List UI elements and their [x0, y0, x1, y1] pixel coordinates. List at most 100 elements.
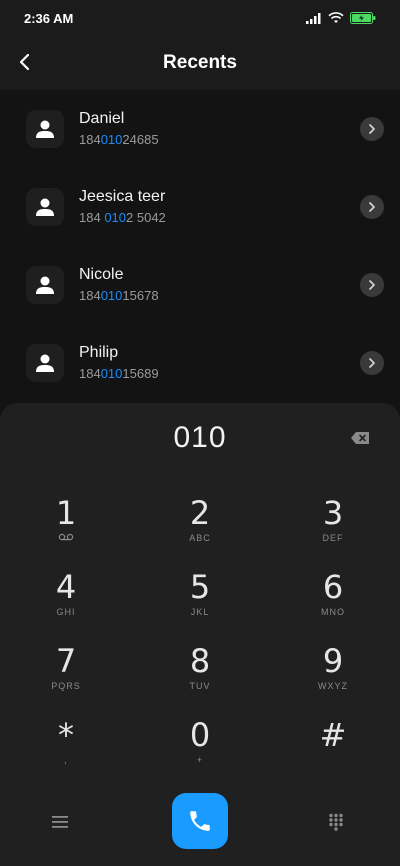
contact-details-button[interactable] — [360, 273, 384, 297]
key-letters: , — [64, 755, 68, 765]
back-arrow-icon — [19, 53, 30, 71]
number-match: 010 — [100, 132, 123, 147]
person-icon — [36, 120, 54, 138]
chevron-right-icon — [369, 358, 375, 368]
person-icon — [36, 276, 54, 294]
key-letters: DEF — [322, 533, 344, 543]
wifi-icon — [328, 12, 344, 23]
status-time: 2:36 AM — [24, 10, 74, 26]
contact-number: 18401015678 — [79, 287, 159, 305]
contact-row[interactable]: Nicole 18401015678 — [0, 246, 400, 324]
contact-details-button[interactable] — [360, 195, 384, 219]
key-0[interactable]: 0 + — [150, 717, 250, 777]
key-letters: ABC — [189, 533, 211, 543]
contact-name: Daniel — [79, 110, 125, 127]
contact-row[interactable]: Philip 18401015689 — [0, 324, 400, 402]
number-match: 010 — [100, 366, 123, 381]
number-suffix: 24685 — [122, 132, 159, 147]
chevron-right-icon — [369, 280, 375, 290]
key-digit: 0 — [189, 716, 211, 754]
dialer-bottom-bar — [0, 793, 400, 853]
header: Recents — [0, 36, 400, 90]
dialer-panel: 010 1 2 ABC 3 DEF 4 GHI 5 JKL 6 MNO 7 PQ… — [0, 403, 400, 866]
key-digit: 4 — [55, 568, 77, 606]
contact-details-button[interactable] — [360, 351, 384, 375]
contact-text: Daniel 18401024685 — [79, 109, 159, 149]
contact-text: Jeesica teer 184 0102 5042 — [79, 187, 166, 227]
status-bar: 2:36 AM — [0, 0, 400, 36]
key-digit: 2 — [189, 494, 211, 532]
key-letters: TUV — [189, 681, 211, 691]
backspace-icon — [351, 432, 369, 444]
key-letters: + — [196, 755, 204, 765]
key-2[interactable]: 2 ABC — [150, 495, 250, 555]
call-button[interactable] — [172, 793, 228, 849]
key-digit: 1 — [55, 494, 77, 532]
chevron-right-icon — [369, 124, 375, 134]
dialpad-icon — [329, 813, 343, 831]
number-suffix: 15678 — [122, 288, 159, 303]
back-button[interactable] — [10, 47, 40, 77]
contact-number: 18401015689 — [79, 365, 159, 383]
avatar — [26, 188, 64, 226]
contact-text: Philip 18401015689 — [79, 343, 159, 383]
contact-row[interactable]: Jeesica teer 184 0102 5042 — [0, 168, 400, 246]
menu-button[interactable] — [48, 810, 72, 834]
key-letters: JKL — [190, 607, 210, 617]
key-4[interactable]: 4 GHI — [16, 569, 116, 629]
avatar — [26, 344, 64, 382]
status-icons — [306, 12, 376, 24]
dial-display[interactable]: 010 — [0, 421, 400, 455]
page-title: Recents — [163, 52, 237, 73]
number-suffix: 15689 — [122, 366, 159, 381]
key-letters: PQRS — [51, 681, 81, 691]
key-8[interactable]: 8 TUV — [150, 643, 250, 703]
avatar — [26, 266, 64, 304]
keypad-toggle-button[interactable] — [324, 810, 348, 834]
key-5[interactable]: 5 JKL — [150, 569, 250, 629]
key-digit: 7 — [55, 642, 77, 680]
number-prefix: 184 — [79, 288, 101, 303]
key-9[interactable]: 9 WXYZ — [283, 643, 383, 703]
key-digit: 6 — [322, 568, 344, 606]
avatar — [26, 110, 64, 148]
number-prefix: 184 — [79, 132, 101, 147]
key-letters: MNO — [321, 607, 345, 617]
number-suffix: 2 5042 — [126, 210, 166, 225]
key-digit: 9 — [322, 642, 344, 680]
key-digit: # — [319, 716, 347, 754]
contact-number: 184 0102 5042 — [79, 209, 166, 227]
key-letters: GHI — [56, 607, 76, 617]
voicemail-icon — [58, 533, 74, 541]
key-7[interactable]: 7 PQRS — [16, 643, 116, 703]
key-1[interactable]: 1 — [16, 495, 116, 555]
number-prefix: 184 — [79, 366, 101, 381]
contact-number: 18401024685 — [79, 131, 159, 149]
key-digit: 3 — [322, 494, 344, 532]
number-prefix: 184 — [79, 210, 105, 225]
key-star[interactable]: * , — [16, 717, 116, 777]
contact-row[interactable]: Daniel 18401024685 — [0, 90, 400, 168]
contact-name: Nicole — [79, 266, 124, 283]
menu-icon — [52, 816, 68, 828]
backspace-button[interactable] — [350, 431, 370, 445]
battery-icon — [350, 12, 376, 24]
chevron-right-icon — [369, 202, 375, 212]
key-digit: * — [58, 716, 74, 754]
number-match: 010 — [104, 210, 127, 225]
key-3[interactable]: 3 DEF — [283, 495, 383, 555]
contact-text: Nicole 18401015678 — [79, 265, 159, 305]
key-digit: 8 — [189, 642, 211, 680]
key-digit: 5 — [189, 568, 211, 606]
contact-details-button[interactable] — [360, 117, 384, 141]
key-6[interactable]: 6 MNO — [283, 569, 383, 629]
signal-icon — [306, 12, 321, 24]
contact-name: Philip — [79, 344, 119, 361]
person-icon — [36, 198, 54, 216]
phone-icon — [190, 811, 210, 831]
key-hash[interactable]: # — [283, 717, 383, 777]
key-letters: WXYZ — [318, 681, 348, 691]
contact-name: Jeesica teer — [79, 188, 166, 205]
number-match: 010 — [100, 288, 123, 303]
contact-list: Daniel 18401024685 Jeesica teer 184 0102… — [0, 90, 400, 402]
